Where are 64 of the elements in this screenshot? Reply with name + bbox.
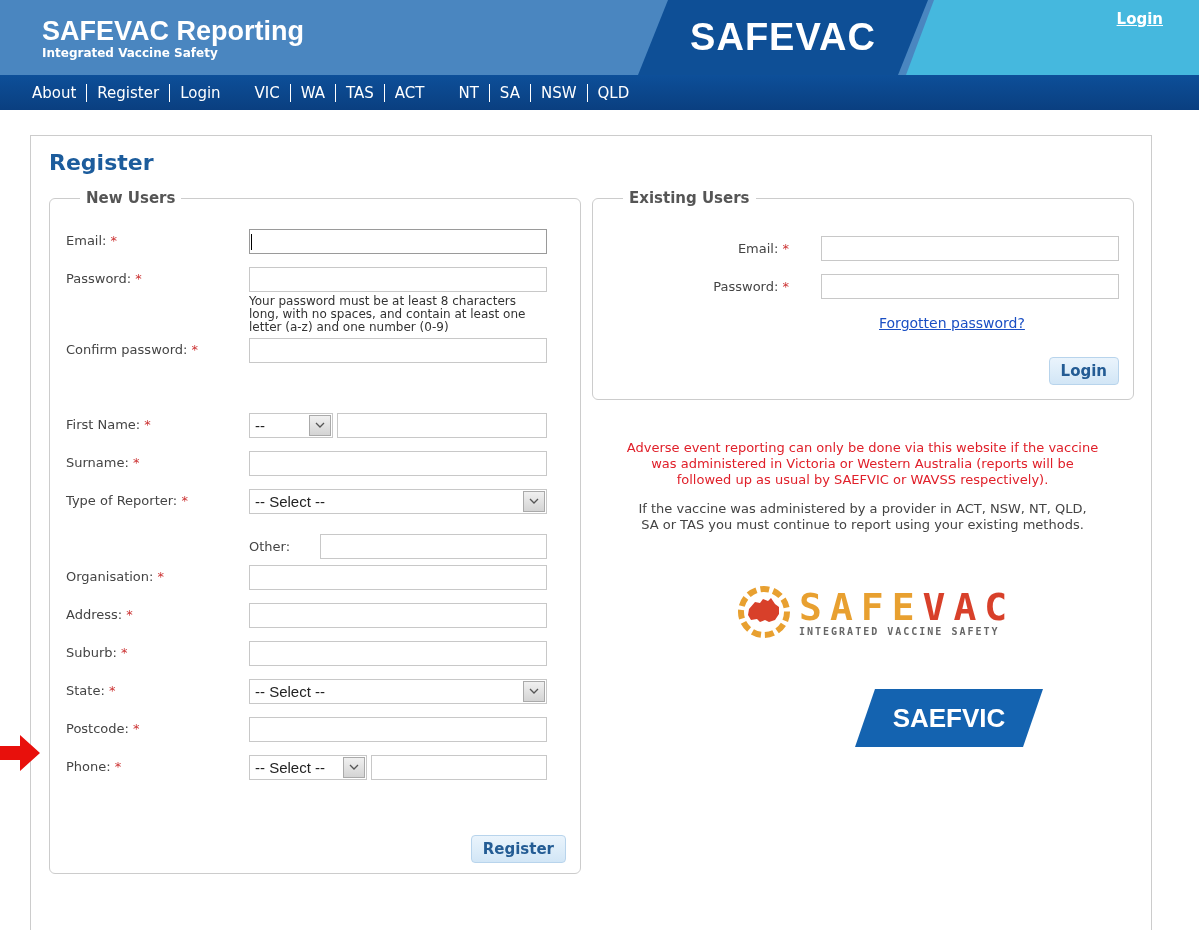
chevron-icon [309, 415, 331, 436]
field-label: Phone: * [66, 758, 123, 774]
input-field[interactable] [337, 413, 547, 438]
nav-link[interactable]: TAS [335, 83, 384, 102]
input-field[interactable] [249, 603, 547, 628]
input-field[interactable] [821, 235, 1119, 261]
logo-text: SAFEVAC [690, 16, 876, 59]
field-label: Other: [249, 538, 291, 554]
input-field[interactable] [249, 641, 547, 666]
chevron-icon [523, 491, 545, 512]
register-button[interactable]: Register [470, 835, 566, 863]
field-label: State: * [66, 682, 117, 698]
field-label: Email: * [736, 240, 790, 256]
nav-link[interactable]: ACT [383, 83, 435, 102]
logo-name: SAEFVIC [892, 702, 1006, 734]
input-field[interactable] [249, 338, 547, 363]
notice-text: Adverse event reporting can only be done via this website if the vaccine was administered in Victoria or Western Australia (reports will be followed up as usual by SAEFVIC or WAVSS respectively). [625, 440, 1100, 488]
field-label: Password: * [712, 278, 790, 294]
field-label: Email: * [66, 232, 119, 248]
nav-link[interactable]: QLD [586, 83, 640, 102]
site-subtitle: Integrated Vaccine Safety [42, 46, 218, 60]
nav-link[interactable]: WA [289, 83, 336, 102]
input-field[interactable] [821, 273, 1119, 299]
field-label: Organisation: * [66, 568, 166, 584]
forgot-password-link[interactable]: Forgotten password? [879, 315, 1025, 331]
input-field[interactable] [371, 755, 547, 780]
input-field[interactable] [249, 451, 547, 476]
site-title: SAFEVAC Reporting [42, 16, 305, 46]
field-label: Address: * [66, 606, 134, 622]
input-field[interactable] [249, 565, 547, 590]
field-label: Postcode: * [66, 720, 141, 736]
nav-link[interactable]: Register [86, 83, 170, 102]
input-field[interactable] [320, 533, 547, 559]
hint-text: Your password must be at least 8 characters long, with no spaces, and contain at least one letter (a-z) and one number (0-9) [249, 295, 527, 334]
field-label: Suburb: * [66, 644, 129, 660]
field-label: Type of Reporter: * [66, 492, 189, 508]
section-legend: Existing Users [623, 189, 756, 207]
field-label: First Name: * [66, 416, 152, 432]
section-legend: New Users [80, 189, 182, 207]
arrow-icon [0, 735, 40, 771]
input-field[interactable] [249, 229, 547, 254]
nav-link[interactable]: VIC [244, 83, 290, 102]
login-button[interactable]: Login [1048, 357, 1119, 385]
nav-link[interactable]: Login [169, 83, 231, 102]
text-cursor [251, 234, 252, 250]
select-dropdown[interactable]: -- Select -- [249, 489, 547, 514]
map-logo-icon [737, 585, 791, 639]
logo-tagline: INTEGRATED VACCINE SAFETY [799, 625, 1001, 637]
select-dropdown[interactable]: -- Select -- [249, 679, 547, 704]
chevron-icon [523, 681, 545, 702]
input-field[interactable] [249, 267, 547, 292]
page-heading: Register [49, 150, 155, 175]
input-field[interactable] [249, 717, 547, 742]
nav-link[interactable]: NSW [529, 83, 587, 102]
field-label: Surname: * [66, 454, 141, 470]
nav-link[interactable]: NT [448, 83, 489, 102]
field-label: Password: * [66, 270, 143, 286]
field-label: Confirm password: * [66, 341, 200, 357]
select-dropdown[interactable]: -- [249, 413, 333, 438]
info-text: If the vaccine was administered by a provider in ACT, NSW, NT, QLD, SA or TAS you must continue to report using your existing methods. [637, 501, 1088, 533]
nav-link[interactable]: SA [488, 83, 530, 102]
chevron-icon [343, 757, 365, 778]
nav-link[interactable]: About [22, 83, 87, 102]
select-dropdown[interactable]: -- Select -- [249, 755, 367, 780]
